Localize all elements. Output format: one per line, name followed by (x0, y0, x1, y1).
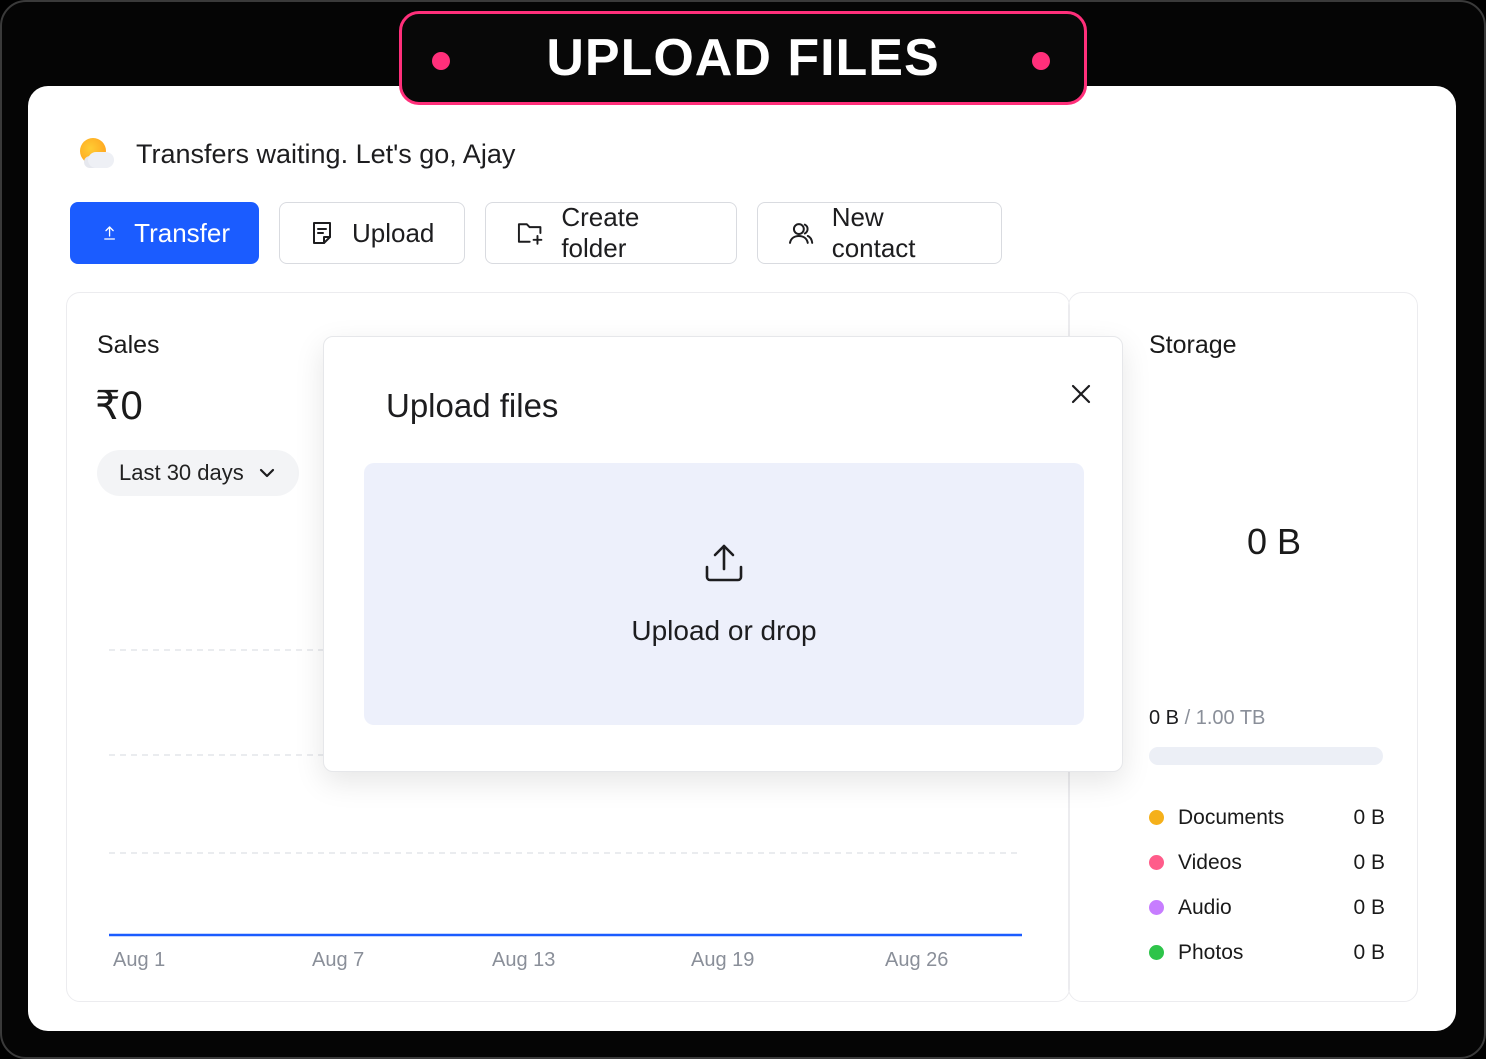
storage-usage: 0 B / 1.00 TB (1149, 707, 1265, 730)
action-bar: Transfer Upload Create folder New contac… (70, 202, 1022, 264)
legend-dot (1149, 945, 1164, 960)
legend-category-name: Photos (1178, 940, 1244, 964)
dropzone-text: Upload or drop (631, 615, 817, 646)
close-icon[interactable] (1068, 381, 1094, 407)
legend-category-size: 0 B (1353, 850, 1385, 874)
upload-icon (705, 544, 743, 582)
legend-category-name: Videos (1178, 850, 1242, 874)
storage-capacity: / 1.00 TB (1184, 707, 1266, 729)
folder-plus-icon (517, 223, 543, 245)
upload-files-modal: Upload files Upload or drop (323, 336, 1123, 772)
storage-legend: Documents 0 B Videos 0 B Audio 0 B Photos 0 B (1149, 795, 1385, 975)
legend-category-name: Documents (1178, 805, 1285, 829)
x-tick-label: Aug 1 (113, 949, 165, 971)
upload-dropzone[interactable]: Upload or drop (364, 463, 1084, 725)
legend-dot (1149, 900, 1164, 915)
x-tick-label: Aug 19 (691, 949, 754, 971)
file-icon (313, 222, 331, 244)
greeting: Transfers waiting. Let's go, Ajay (78, 136, 515, 172)
legend-category-size: 0 B (1353, 940, 1385, 964)
greeting-text: Transfers waiting. Let's go, Ajay (136, 138, 516, 169)
title-banner: UPLOAD FILES (399, 11, 1087, 105)
create-folder-button[interactable]: Create folder (485, 202, 737, 264)
storage-legend-item: Documents 0 B (1149, 795, 1385, 840)
banner-dot-left (432, 52, 450, 70)
upload-arrow-icon (104, 226, 116, 240)
user-icon (788, 223, 814, 244)
create-folder-label: Create folder (561, 202, 640, 263)
sun-cloud-icon (78, 136, 114, 172)
banner-dot-right (1032, 52, 1050, 70)
storage-legend-item: Photos 0 B (1149, 930, 1385, 975)
legend-category-size: 0 B (1353, 805, 1385, 829)
transfer-button[interactable]: Transfer (70, 202, 259, 264)
legend-dot (1149, 855, 1164, 870)
modal-title: Upload files (386, 387, 559, 424)
transfer-label: Transfer (134, 217, 230, 248)
storage-total-used: 0 B (1247, 521, 1302, 562)
new-contact-label: New contact (831, 202, 916, 263)
x-tick-label: Aug 26 (885, 949, 948, 971)
banner-title: UPLOAD FILES (546, 29, 940, 87)
upload-label: Upload (352, 217, 435, 248)
legend-dot (1149, 810, 1164, 825)
storage-progress-bar (1149, 747, 1383, 765)
legend-category-name: Audio (1178, 895, 1232, 919)
storage-title: Storage (1149, 331, 1237, 359)
upload-button[interactable]: Upload (279, 202, 465, 264)
legend-category-size: 0 B (1353, 895, 1385, 919)
x-tick-label: Aug 13 (492, 949, 555, 971)
storage-legend-item: Audio 0 B (1149, 885, 1385, 930)
new-contact-button[interactable]: New contact (757, 202, 1002, 264)
storage-legend-item: Videos 0 B (1149, 840, 1385, 885)
x-tick-label: Aug 7 (312, 949, 364, 971)
storage-used: 0 B (1149, 707, 1180, 729)
